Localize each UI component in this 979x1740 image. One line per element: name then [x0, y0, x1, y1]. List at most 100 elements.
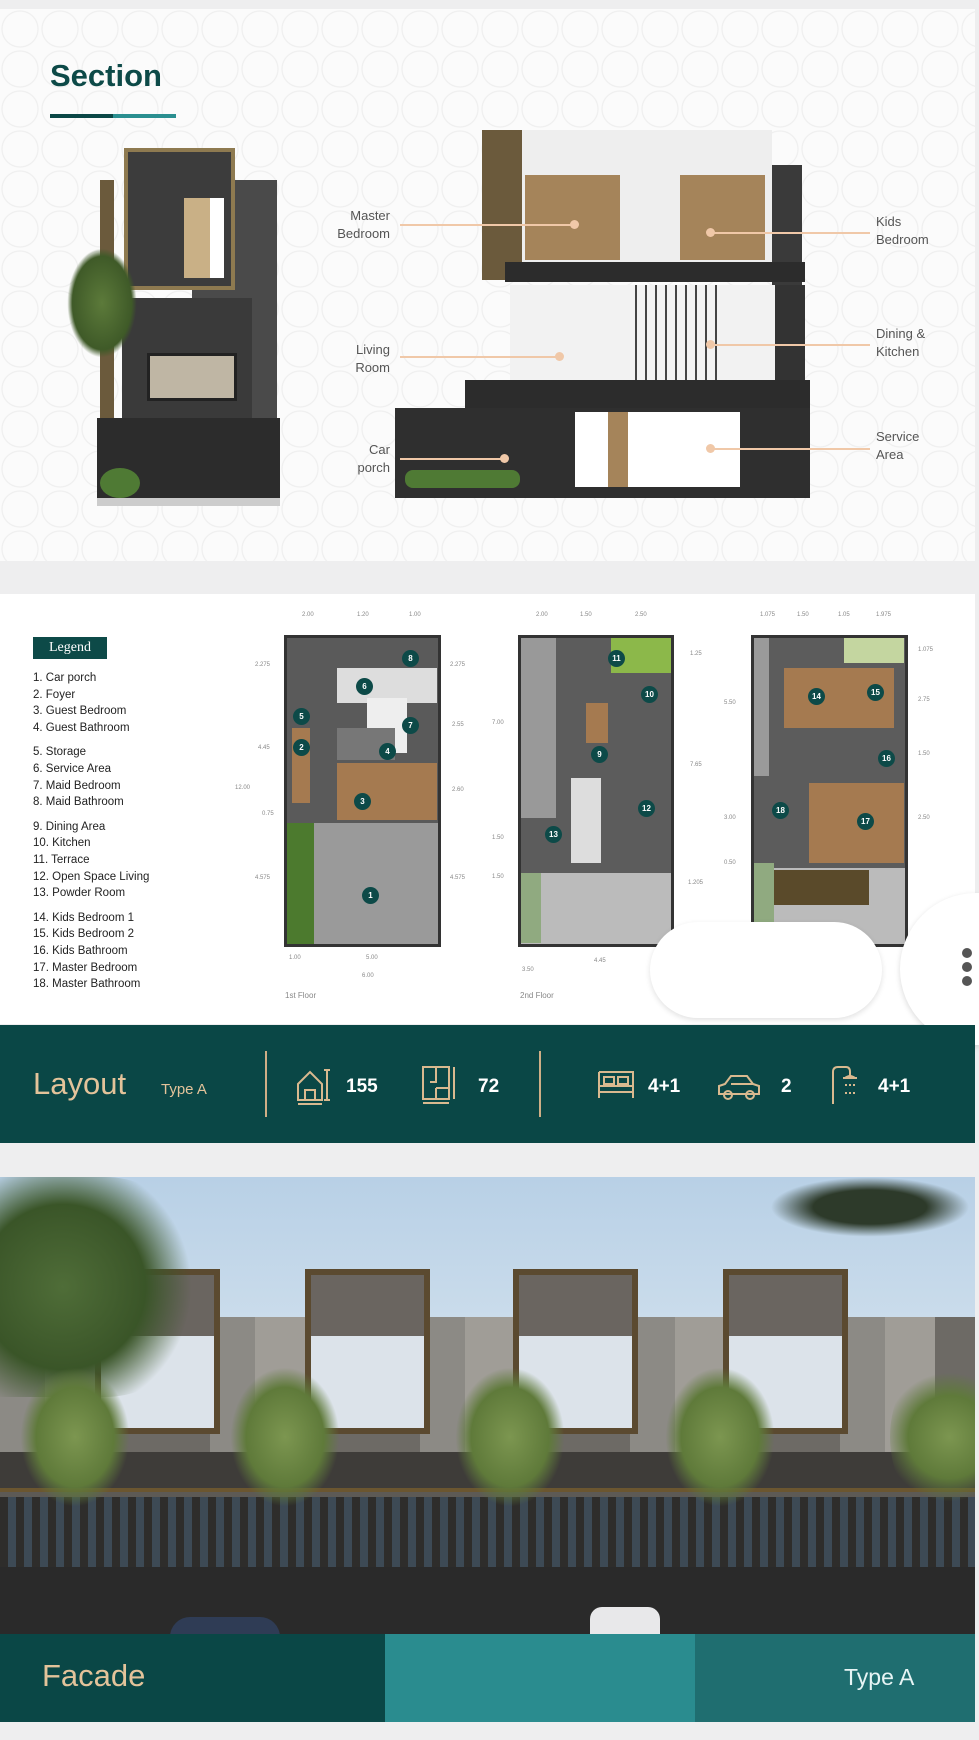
dimension: 4.575: [255, 875, 271, 881]
dimension: 2.50: [635, 612, 647, 618]
dimension: 6.00: [362, 973, 374, 979]
leader-dot: [706, 340, 715, 349]
dimension: 1.075: [918, 647, 934, 653]
dimension: 1.05: [838, 612, 850, 618]
stat-value: 155: [346, 1076, 378, 1097]
room-marker: 5: [293, 708, 310, 725]
room-marker: 12: [638, 800, 655, 817]
dimension: 2.50: [918, 815, 930, 821]
land-area-icon: [422, 1066, 455, 1104]
legend-item: 1. Car porch: [33, 672, 97, 684]
legend-item: 13. Powder Room: [33, 887, 126, 900]
floor-label: 2nd Floor: [520, 991, 554, 1000]
label-line2: Bedroom: [337, 226, 390, 241]
legend-item: 4. Guest Bathroom: [33, 721, 130, 734]
dimension: 1.205: [688, 880, 704, 886]
dimension: 2.75: [918, 697, 930, 703]
room-marker: 2: [293, 739, 310, 756]
room-marker: 14: [808, 688, 825, 705]
label-living-room: Living Room: [320, 341, 390, 377]
dimension: 1.00: [409, 612, 421, 618]
legend-item: 8. Maid Bathroom: [33, 796, 124, 809]
room-marker: 18: [772, 802, 789, 819]
leader-line: [400, 458, 505, 460]
dimension: 5.50: [724, 700, 736, 706]
facade-title: Facade: [42, 1658, 146, 1693]
legend-item: 6. Service Area: [33, 762, 111, 775]
dimension: 2.60: [452, 787, 464, 793]
divider: [539, 1051, 541, 1117]
legend-group: 5. Storage 6. Service Area 7. Maid Bedroom…: [33, 744, 149, 810]
facade-bar-right: [695, 1634, 975, 1722]
tree: [67, 248, 137, 358]
label-service-area: Service Area: [876, 428, 966, 464]
label-line2: porch: [357, 460, 390, 475]
leader-line: [710, 448, 870, 450]
dimension: 1.50: [492, 835, 504, 841]
dimension: 0.75: [262, 811, 274, 817]
dimension: 2.275: [255, 662, 271, 668]
dimension: 4.45: [258, 745, 270, 751]
front-elevation-drawing: [67, 148, 280, 508]
room-marker: 1: [362, 887, 379, 904]
leader-dot: [706, 444, 715, 453]
label-line2: Bedroom: [876, 232, 929, 247]
facade-type: Type A: [844, 1664, 915, 1690]
label-master-bedroom: Master Bedroom: [320, 207, 390, 243]
dimension: 1.25: [690, 651, 702, 657]
room-marker: 10: [641, 686, 658, 703]
legend-item: 10. Kitchen: [33, 837, 91, 850]
label-car-porch: Car porch: [320, 441, 390, 477]
legend-item: 9. Dining Area: [33, 820, 106, 833]
dimension: 1.50: [918, 751, 930, 757]
tree: [890, 1367, 975, 1507]
legend-item: 14. Kids Bedroom 1: [33, 911, 135, 924]
dimension: 2.00: [302, 612, 314, 618]
floating-pill-overlay[interactable]: [650, 922, 882, 1018]
legend-item: 16. Kids Bathroom: [33, 944, 128, 957]
building-area-icon: [297, 1069, 330, 1105]
legend-item: 3. Guest Bedroom: [33, 705, 127, 718]
dimension: 7.00: [492, 720, 504, 726]
tree: [665, 1367, 775, 1507]
section-title: Section: [50, 58, 162, 93]
dimension: 1.975: [876, 612, 892, 618]
room-marker: 4: [379, 743, 396, 760]
dimension: 1.50: [580, 612, 592, 618]
leader-dot: [555, 352, 564, 361]
dimension: 3.00: [724, 815, 736, 821]
leader-line: [400, 356, 560, 358]
room-marker: 15: [867, 684, 884, 701]
dimension: 12.00: [235, 785, 251, 791]
dimension: 1.50: [492, 874, 504, 880]
label-line2: Room: [355, 360, 390, 375]
dimension: 2.275: [450, 662, 466, 668]
room-marker: 8: [402, 650, 419, 667]
label-line1: Service: [876, 429, 920, 444]
label-line1: Car: [369, 442, 390, 457]
divider: [265, 1051, 267, 1117]
tree: [0, 1177, 210, 1397]
room-marker: 17: [857, 813, 874, 830]
dimension: 1.20: [357, 612, 369, 618]
dimension: 4.575: [450, 875, 466, 881]
layout-type: Type A: [161, 1081, 207, 1098]
leader-line: [710, 344, 870, 346]
facade-bar-middle: [385, 1634, 695, 1722]
room-marker: 6: [356, 678, 373, 695]
legend-list: 1. Car porch 2. Foyer 3. Guest Bedroom 4. G…: [33, 670, 149, 993]
stat-value: 4+1: [878, 1076, 911, 1097]
room-marker: 11: [608, 650, 625, 667]
bed-icon: [598, 1071, 634, 1098]
dimension: 0.50: [724, 860, 736, 866]
label-line2: Kitchen: [876, 344, 920, 359]
plan-2nd-floor: 11 10 9 12 13: [518, 635, 674, 947]
dimension: 7.65: [690, 762, 702, 768]
legend-group: 14. Kids Bedroom 1 15. Kids Bedroom 2 16. …: [33, 910, 149, 993]
label-line1: Master: [350, 208, 390, 223]
leader-dot: [500, 454, 509, 463]
legend-item: 15. Kids Bedroom 2: [33, 928, 135, 941]
room-marker: 9: [591, 746, 608, 763]
legend-item: 12. Open Space Living: [33, 870, 150, 883]
legend-item: 11. Terrace: [33, 853, 90, 866]
